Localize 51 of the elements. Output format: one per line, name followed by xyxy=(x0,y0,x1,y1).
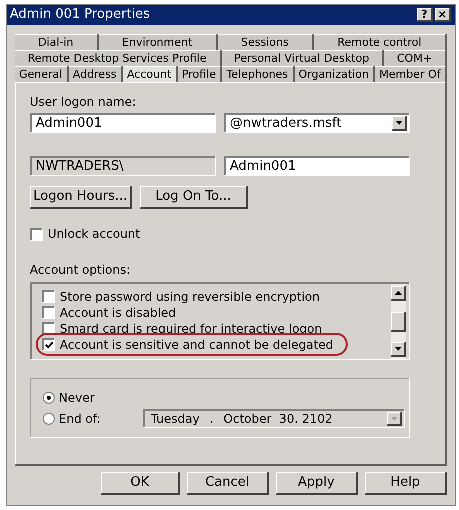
option-label: Smard card is required for interactive logon xyxy=(60,321,322,336)
logon-hours-button[interactable]: Logon Hours... xyxy=(30,186,132,209)
option-label: Account is sensitive and cannot be delegated xyxy=(60,336,334,354)
date-weekday: Tuesday xyxy=(151,411,200,428)
option-label: Store password using reversible encryption xyxy=(60,288,320,306)
field-label: User logon name: xyxy=(30,94,138,111)
checkbox[interactable] xyxy=(42,290,55,303)
domain-dropdown[interactable]: @nwtraders.msft xyxy=(224,113,410,133)
close-button[interactable]: × xyxy=(435,8,451,22)
apply-button[interactable]: Apply xyxy=(276,472,358,495)
tab[interactable]: Profile xyxy=(178,66,222,82)
tab[interactable]: Address xyxy=(68,66,124,82)
help-button[interactable]: ? xyxy=(417,8,433,22)
radio-button[interactable] xyxy=(43,392,55,404)
tab[interactable]: Remote Desktop Services Profile xyxy=(15,50,222,66)
radio-label: Never xyxy=(59,390,96,406)
text-field[interactable]: NWTRADERS\ xyxy=(30,156,216,176)
checkbox[interactable] xyxy=(30,228,43,240)
tab[interactable]: Telephones xyxy=(222,66,295,82)
tab[interactable]: Member Of xyxy=(375,66,447,82)
tab[interactable]: Environment xyxy=(98,34,218,50)
date-separator: . xyxy=(210,411,214,428)
window-title: Admin 001 Properties xyxy=(10,6,150,24)
scroll-down-icon[interactable] xyxy=(391,342,406,357)
tab[interactable]: Account xyxy=(123,66,178,82)
tab[interactable]: COM+ xyxy=(384,50,448,66)
tab[interactable]: Dial-in xyxy=(15,34,99,50)
text-field[interactable]: Admin001 xyxy=(30,113,216,133)
cancel-button[interactable]: Cancel xyxy=(187,472,269,495)
radio-button[interactable] xyxy=(43,412,55,424)
date-field[interactable]: Tuesday . October 30. 2102 xyxy=(143,409,405,428)
section-label: Account options: xyxy=(30,262,132,279)
scroll-up-icon[interactable] xyxy=(391,286,406,301)
checkbox-label: Unlock account xyxy=(48,226,140,243)
log-on-to-button[interactable]: Log On To... xyxy=(140,186,248,209)
tab[interactable]: Remote control xyxy=(314,34,447,50)
option-label: Account is disabled xyxy=(60,304,176,322)
checkbox[interactable] xyxy=(42,306,55,319)
scroll-thumb[interactable] xyxy=(391,312,406,332)
tab[interactable]: General xyxy=(15,66,69,82)
help-button[interactable]: Help xyxy=(365,472,447,495)
tab[interactable]: Personal Virtual Desktop xyxy=(222,50,384,66)
tab[interactable]: Sessions xyxy=(218,34,314,50)
dropdown-value: @nwtraders.msft xyxy=(230,114,342,133)
checkbox[interactable] xyxy=(42,338,55,351)
radio-label: End of: xyxy=(59,410,102,428)
date-value: October 30. 2102 xyxy=(224,411,333,428)
tab[interactable]: Organization xyxy=(294,66,376,82)
scrollbar[interactable] xyxy=(391,284,406,359)
text-field[interactable]: Admin001 xyxy=(224,156,410,176)
ok-button[interactable]: OK xyxy=(101,472,180,495)
